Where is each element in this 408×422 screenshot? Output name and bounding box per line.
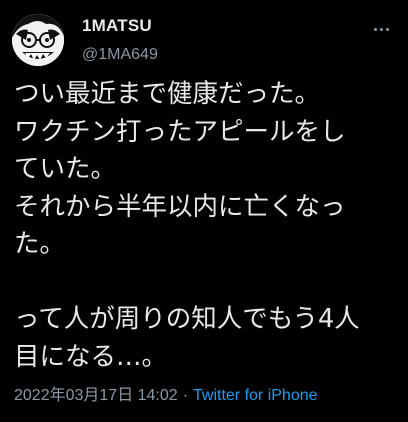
- tweet-text-line: [14, 264, 406, 302]
- avatar[interactable]: [12, 14, 64, 66]
- timestamp[interactable]: 2022年03月17日 14:02: [14, 387, 178, 404]
- tweet-text: つい最近まで健康だった。 ワクチン打ったアピールをし ていた。 それから半年以内…: [14, 76, 406, 376]
- more-options-icon[interactable]: [370, 18, 392, 40]
- source-link[interactable]: Twitter for iPhone: [193, 387, 318, 404]
- tweet-text-line: ワクチン打ったアピールをし: [14, 116, 346, 147]
- tweet-text-line: それから半年以内に亡くなっ: [14, 191, 346, 222]
- tweet-meta: 2022年03月17日 14:02 · Twitter for iPhone: [14, 381, 318, 405]
- tweet-card: 1MATSU @1MA649 つい最近まで健康だった。 ワクチン打ったアピールを…: [0, 0, 408, 422]
- tweet-text-line: た。: [14, 229, 66, 259]
- manga-face-avatar-icon: [12, 14, 64, 66]
- tweet-text-line: って人が周りの知人でもう4人: [14, 304, 360, 334]
- tweet-text-line: ていた。: [14, 154, 117, 184]
- tweet-text-line: つい最近まで健康だった。: [14, 79, 321, 109]
- meta-separator: ·: [182, 387, 189, 404]
- display-name[interactable]: 1MATSU: [82, 16, 152, 36]
- tweet-text-line: 目になる…。: [14, 341, 168, 372]
- user-handle[interactable]: @1MA649: [82, 46, 158, 64]
